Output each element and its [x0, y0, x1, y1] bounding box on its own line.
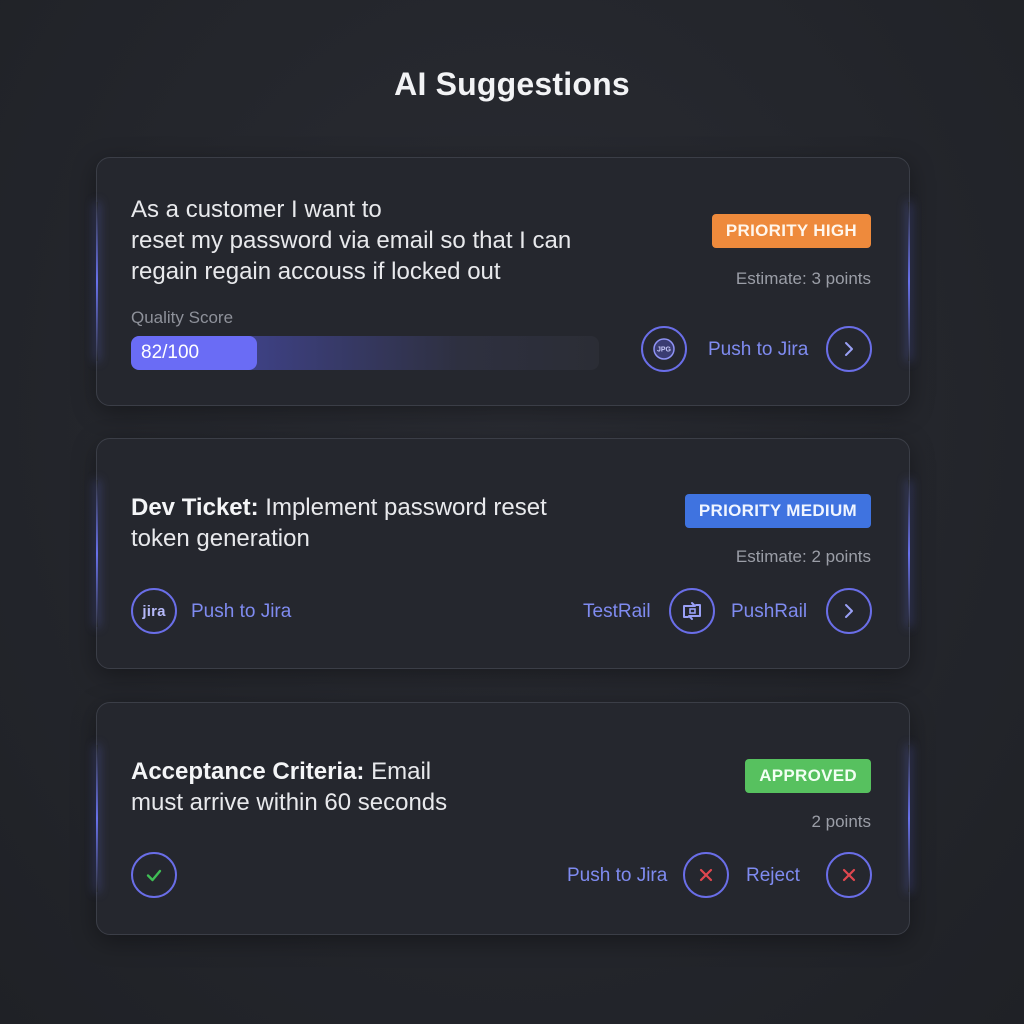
- jira-logo-icon: JPG: [653, 338, 675, 360]
- jira-logo-button[interactable]: JPG: [641, 326, 687, 372]
- estimate-text: Estimate: 3 points: [735, 269, 871, 288]
- push-to-jira-link[interactable]: Push to Jira: [191, 600, 291, 624]
- reject-button[interactable]: [826, 852, 872, 898]
- svg-text:JPG: JPG: [657, 347, 672, 354]
- priority-badge: PRIORITY MEDIUM: [684, 494, 871, 528]
- criteria-text: Acceptance Criteria: Email must arrive w…: [131, 756, 447, 818]
- chevron-right-icon: [845, 342, 853, 356]
- check-icon: [146, 869, 162, 882]
- next-button[interactable]: [826, 588, 872, 634]
- quality-score-bar: 82/100: [131, 336, 599, 370]
- testrail-button[interactable]: [669, 588, 715, 634]
- suggestion-card-user-story: As a customer I want to reset my passwor…: [96, 157, 910, 406]
- ticket-text: Dev Ticket: Implement password reset tok…: [131, 492, 547, 554]
- jira-button[interactable]: jira: [131, 588, 177, 634]
- jira-logo-icon: jira: [142, 602, 166, 620]
- quality-score-value: 82/100: [141, 342, 200, 363]
- estimate-text: 2 points: [811, 812, 871, 831]
- approve-button[interactable]: [131, 852, 177, 898]
- push-to-jira-link[interactable]: Push to Jira: [567, 864, 667, 888]
- story-text: As a customer I want to reset my passwor…: [131, 196, 572, 285]
- estimate-text: Estimate: 2 points: [735, 547, 871, 566]
- priority-badge: PRIORITY HIGH: [711, 214, 871, 248]
- reject-icon-button[interactable]: [683, 852, 729, 898]
- page-title: AI Suggestions: [394, 66, 630, 102]
- criteria-text-label: Acceptance Criteria:: [131, 758, 365, 785]
- testrail-link[interactable]: TestRail: [583, 600, 651, 624]
- push-to-jira-link[interactable]: Push to Jira: [708, 338, 808, 362]
- pushrail-link[interactable]: PushRail: [731, 600, 807, 624]
- ticket-text-label: Dev Ticket:: [131, 494, 259, 521]
- suggestion-card-dev-ticket: Dev Ticket: Implement password reset tok…: [96, 438, 910, 669]
- quality-score-label: Quality Score: [131, 308, 234, 327]
- suggestion-card-acceptance-criteria: Acceptance Criteria: Email must arrive w…: [96, 702, 910, 935]
- close-icon: [699, 868, 713, 882]
- status-badge: APPROVED: [745, 759, 871, 793]
- chevron-right-icon: [845, 604, 853, 618]
- next-button[interactable]: [826, 326, 872, 372]
- testrail-icon: [683, 602, 701, 620]
- close-icon: [842, 868, 856, 882]
- reject-link[interactable]: Reject: [746, 864, 800, 888]
